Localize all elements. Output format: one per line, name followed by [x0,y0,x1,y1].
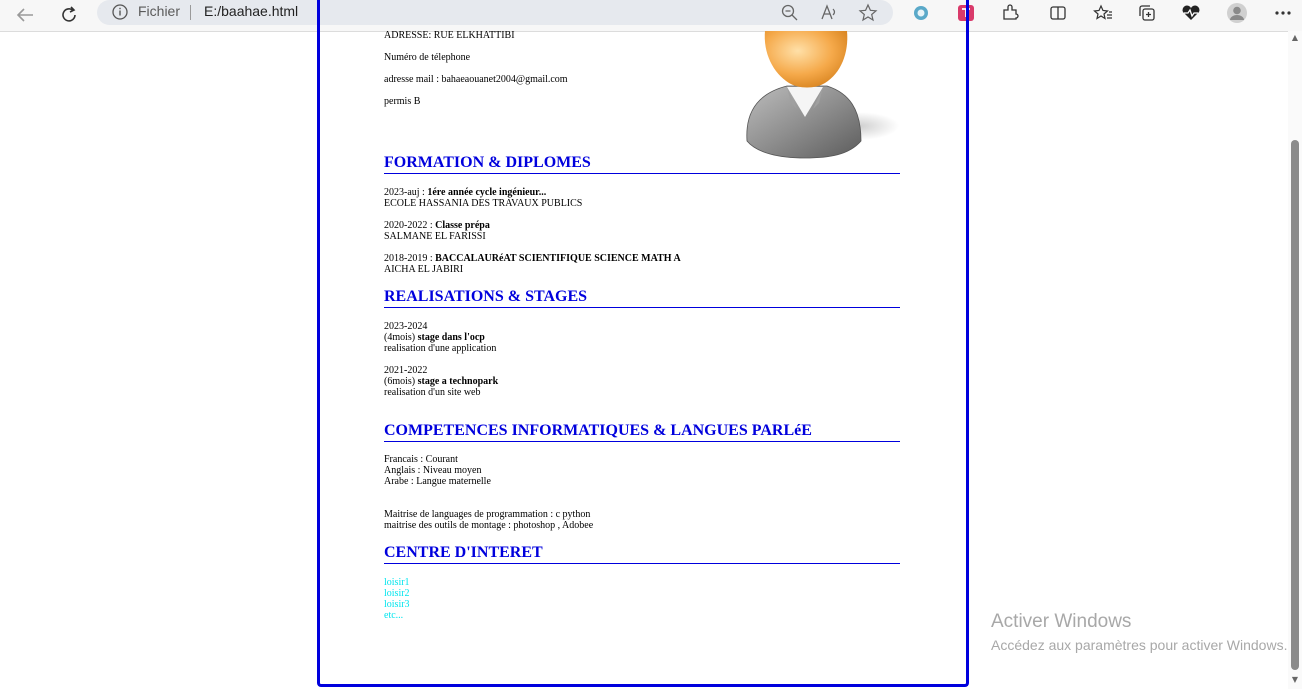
interest-item: etc... [384,610,404,621]
scrollbar-thumb[interactable] [1291,140,1299,670]
url-text[interactable]: E:/baahae.html [204,3,298,19]
split-screen-icon[interactable] [1045,2,1071,24]
formation-item: 2023-auj : 1ére année cycle ingénieur... [384,187,546,198]
activation-watermark-title: Activer Windows [991,611,1132,632]
interest-item: loisir3 [384,599,410,610]
refresh-icon[interactable] [55,2,83,28]
language-item: Anglais : Niveau moyen [384,465,482,476]
language-item: Francais : Courant [384,454,458,465]
activation-watermark-subtitle: Accédez aux paramètres pour activer Wind… [991,637,1288,653]
skills-title: COMPETENCES INFORMATIQUES & LANGUES PARL… [384,422,900,442]
stages-title: REALISATIONS & STAGES [384,288,900,308]
tech-skill-item: Maitrise de languages de programmation :… [384,509,591,520]
stage-item: (4mois) stage dans l'ocp [384,332,485,343]
back-icon[interactable] [11,2,39,28]
stage-name: stage dans l'ocp [417,332,485,343]
contact-address: ADRESSE: RUE ELKHATTIBI [384,30,515,41]
avatar [739,31,901,159]
formation-school: ECOLE HASSANIA DES TRAVAUX PUBLICS [384,198,583,209]
formation-years: 2023-auj : [384,187,428,198]
contact-email: adresse mail : bahaeaouanet2004@gmail.co… [384,74,568,85]
collections-icon[interactable] [1134,2,1160,24]
stage-desc: realisation d'un site web [384,387,481,398]
stage-duration: (4mois) [384,332,418,343]
tech-skill-item: maitrise des outils de montage : photosh… [384,520,594,531]
formation-degree: Classe prépa [435,220,490,231]
address-separator [190,5,191,20]
formation-title: FORMATION & DIPLOMES [384,154,900,174]
more-icon[interactable] [1270,2,1296,24]
stage-desc: realisation d'une application [384,343,497,354]
scroll-down-icon[interactable]: ▼ [1289,675,1301,685]
info-icon[interactable] [111,3,129,21]
address-scheme-label: Fichier [138,3,181,19]
contact-phone: Numéro de télephone [384,52,471,63]
profile-icon[interactable] [1224,2,1250,24]
interest-item: loisir2 [384,588,410,599]
stage-years: 2023-2024 [384,321,428,332]
stage-item: (6mois) stage a technopark [384,376,498,387]
extensions-icon[interactable] [997,2,1023,24]
formation-item: 2018-2019 : BACCALAURéAT SCIENTIFIQUE SC… [384,253,681,264]
interests-title: CENTRE D'INTERET [384,544,900,564]
stage-duration: (6mois) [384,376,418,387]
formation-years: 2020-2022 : [384,220,436,231]
contact-license: permis B [384,96,421,107]
stage-name: stage a technopark [417,376,499,387]
favorites-icon[interactable] [1090,2,1116,24]
interest-item: loisir1 [384,577,410,588]
formation-school: SALMANE EL FARISSI [384,231,486,242]
stage-years: 2021-2022 [384,365,428,376]
formation-degree: BACCALAURéAT SCIENTIFIQUE SCIENCE MATH A [435,253,681,264]
scroll-up-icon[interactable]: ▲ [1289,33,1301,43]
formation-degree: 1ére année cycle ingénieur... [427,187,547,198]
language-item: Arabe : Langue maternelle [384,476,491,487]
formation-item: 2020-2022 : Classe prépa [384,220,490,231]
performance-icon[interactable] [1178,2,1204,24]
formation-years: 2018-2019 : [384,253,436,264]
formation-school: AICHA EL JABIRI [384,264,464,275]
